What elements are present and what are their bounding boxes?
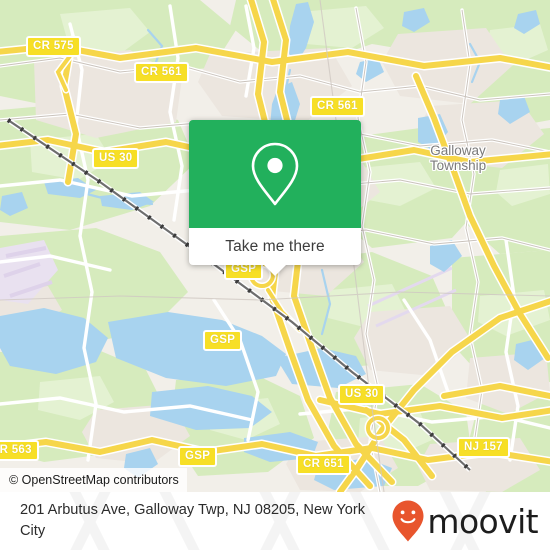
- footer-content: 201 Arbutus Ave, Galloway Twp, NJ 08205,…: [0, 492, 550, 550]
- take-me-there-label: Take me there: [225, 237, 325, 255]
- callout-footer[interactable]: Take me there: [189, 228, 361, 276]
- moovit-map-screenshot: Galloway Township CR 575 CR 561 CR 561 U…: [0, 0, 550, 550]
- attribution-text: © OpenStreetMap contributors: [9, 473, 179, 487]
- road-shield-us-30-east[interactable]: US 30: [338, 384, 386, 405]
- map-attribution[interactable]: © OpenStreetMap contributors: [0, 468, 187, 492]
- destination-callout-card[interactable]: Take me there: [189, 120, 361, 276]
- road-shield-gsp-middle[interactable]: GSP: [203, 330, 243, 351]
- moovit-smiley-pin-icon: [392, 500, 424, 542]
- address-text: 201 Arbutus Ave, Galloway Twp, NJ 08205,…: [20, 502, 366, 539]
- place-label-line1: Galloway: [430, 143, 486, 158]
- road-shield-cr-563[interactable]: CR 563: [0, 440, 39, 461]
- callout-pointer: [264, 265, 286, 276]
- footer-bar: 201 Arbutus Ave, Galloway Twp, NJ 08205,…: [0, 492, 550, 550]
- callout-header: [189, 120, 361, 228]
- map-pin-icon: [251, 142, 299, 206]
- road-shield-cr-575[interactable]: CR 575: [26, 36, 81, 57]
- moovit-wordmark: moovit: [427, 501, 538, 541]
- road-shield-us-30-west[interactable]: US 30: [92, 148, 140, 169]
- road-shield-gsp-lower[interactable]: GSP: [178, 446, 218, 467]
- road-shield-nj-157[interactable]: NJ 157: [457, 437, 510, 458]
- road-shield-cr-651[interactable]: CR 651: [296, 454, 351, 475]
- road-shield-cr-561-east[interactable]: CR 561: [310, 96, 365, 117]
- map-canvas[interactable]: Galloway Township CR 575 CR 561 CR 561 U…: [0, 0, 550, 492]
- moovit-logo[interactable]: moovit: [391, 499, 539, 543]
- road-shield-cr-561-north[interactable]: CR 561: [134, 62, 189, 83]
- place-label-line2: Township: [429, 158, 487, 173]
- place-label-galloway-township: Galloway Township: [430, 143, 486, 173]
